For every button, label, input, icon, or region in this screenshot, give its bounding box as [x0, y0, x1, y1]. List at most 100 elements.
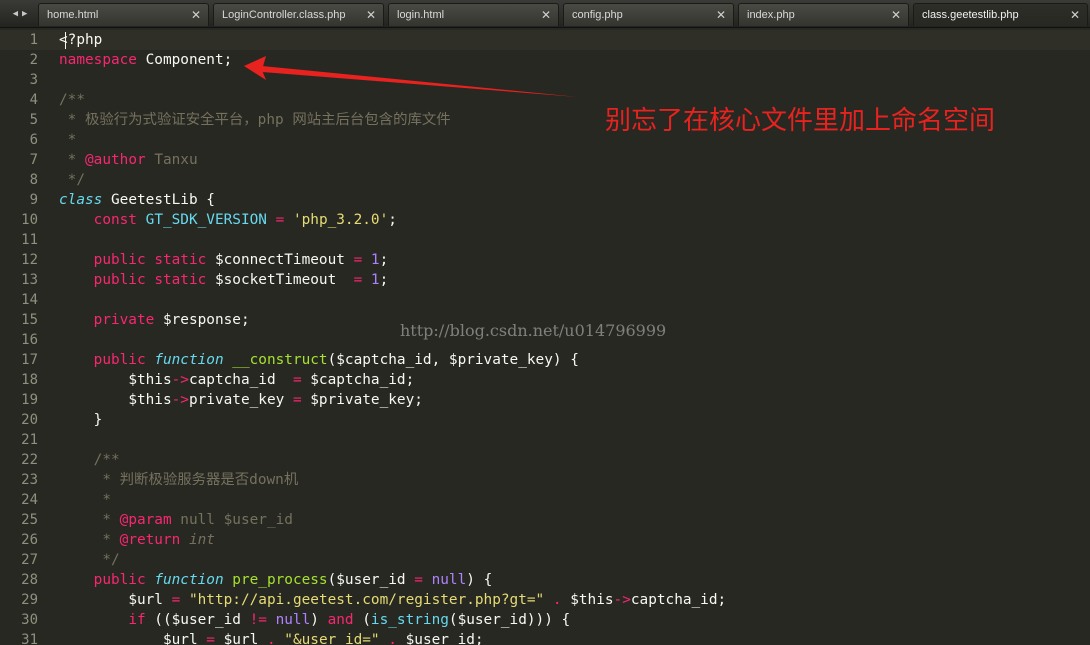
tab-login-html[interactable]: login.html ✕ [388, 3, 559, 26]
line-number: 30 [21, 612, 38, 628]
close-icon[interactable]: ✕ [888, 8, 904, 22]
code-token: private_key [188, 392, 293, 408]
code-string: "&user_id=" [284, 632, 380, 645]
line-number: 3 [29, 72, 38, 88]
line-number: 2 [29, 52, 38, 68]
code-token: (($user_id [145, 612, 250, 628]
code-line: public function pre_process($user_id = n… [59, 570, 493, 590]
line-number-gutter: 1 2 3 4 5 6 7 8 9 10 11 12 13 14 15 16 1… [0, 28, 46, 645]
code-number: 1 [370, 272, 380, 288]
line-number: 17 [21, 352, 38, 368]
code-comment: * 判断极验服务器是否down机 [59, 472, 299, 488]
line-number: 11 [21, 232, 38, 248]
code-line: const GT_SDK_VERSION = 'php_3.2.0'; [59, 210, 397, 230]
code-token: } [59, 412, 103, 428]
line-number: 26 [21, 532, 38, 548]
annotation-text: 别忘了在核心文件里加上命名空间 [605, 106, 996, 136]
line-number: 9 [29, 192, 38, 208]
code-token: ( [353, 612, 371, 628]
code-line: /** [59, 90, 85, 110]
line-number: 28 [21, 572, 38, 588]
code-line: } [59, 410, 103, 430]
arrow-left-icon[interactable]: ◀ [13, 9, 18, 19]
code-comment: /** [59, 452, 120, 468]
tab-label: index.php [747, 9, 795, 21]
tab-index-php[interactable]: index.php ✕ [738, 3, 909, 26]
close-icon[interactable]: ✕ [713, 8, 729, 22]
code-token: ; [379, 272, 389, 288]
code-line: namespace Component; [59, 50, 232, 70]
code-doc-tag: @author [85, 152, 146, 168]
code-token: Component; [136, 52, 233, 68]
close-icon[interactable]: ✕ [188, 8, 204, 22]
code-token: ; [379, 252, 389, 268]
code-token: null [275, 612, 311, 628]
code-line: * @param null $user_id [59, 510, 293, 530]
code-line: * [59, 130, 77, 150]
code-comment: * [59, 512, 120, 528]
code-line: if (($user_id != null) and (is_string($u… [59, 610, 570, 630]
tab-home-html[interactable]: home.html ✕ [38, 3, 209, 26]
code-doc-tag: @return [119, 532, 181, 548]
close-icon[interactable]: ✕ [1067, 8, 1083, 22]
code-token: != [249, 612, 267, 628]
tab-label: config.php [572, 9, 623, 21]
line-number: 10 [21, 212, 38, 228]
code-token: = [344, 272, 371, 288]
code-line: public static $socketTimeout = 1; [59, 270, 389, 290]
line-number: 23 [21, 472, 38, 488]
code-line: * 判断极验服务器是否down机 [59, 470, 298, 490]
code-token: class [59, 192, 103, 208]
tab-logincontroller[interactable]: LoginController.class.php ✕ [213, 3, 384, 26]
close-icon[interactable]: ✕ [538, 8, 554, 22]
code-token: function [154, 352, 224, 368]
code-token: = [206, 632, 215, 645]
code-line: class GeetestLib { [59, 190, 215, 210]
code-comment: Tanxu [145, 152, 198, 168]
code-line: * @return int [59, 530, 215, 550]
code-token: $captcha_id; [301, 372, 415, 388]
code-comment: int [180, 532, 215, 548]
line-number: 25 [21, 512, 38, 528]
code-comment: * [59, 532, 120, 548]
tab-class-geetestlib-php[interactable]: class.geetestlib.php ✕ [913, 3, 1088, 26]
code-token: and [327, 612, 354, 628]
arrow-right-icon[interactable]: ▶ [22, 9, 27, 19]
line-number: 31 [21, 632, 38, 645]
code-line: * 极验行为式验证安全平台，php 网站主后台包含的库文件 [59, 110, 451, 130]
tab-config-php[interactable]: config.php ✕ [563, 3, 734, 26]
current-line-highlight [0, 30, 1090, 50]
code-token: ; [388, 212, 397, 228]
code-line: $url = "http://api.geetest.com/register.… [59, 590, 726, 610]
code-line: public static $connectTimeout = 1; [59, 250, 389, 270]
line-number: 8 [29, 172, 38, 188]
code-token: captcha_id [188, 372, 293, 388]
line-number: 16 [21, 332, 38, 348]
code-string: "http://api.geetest.com/register.php?gt=… [188, 592, 545, 608]
code-token: $url [214, 632, 267, 645]
code-line: * [59, 490, 111, 510]
code-comment: * [59, 132, 77, 148]
code-token: public [93, 252, 146, 268]
tab-label: login.html [397, 9, 445, 21]
line-number: 20 [21, 412, 38, 428]
line-number: 1 [29, 32, 38, 48]
code-token: ($user_id [327, 572, 415, 588]
close-icon[interactable]: ✕ [363, 8, 379, 22]
